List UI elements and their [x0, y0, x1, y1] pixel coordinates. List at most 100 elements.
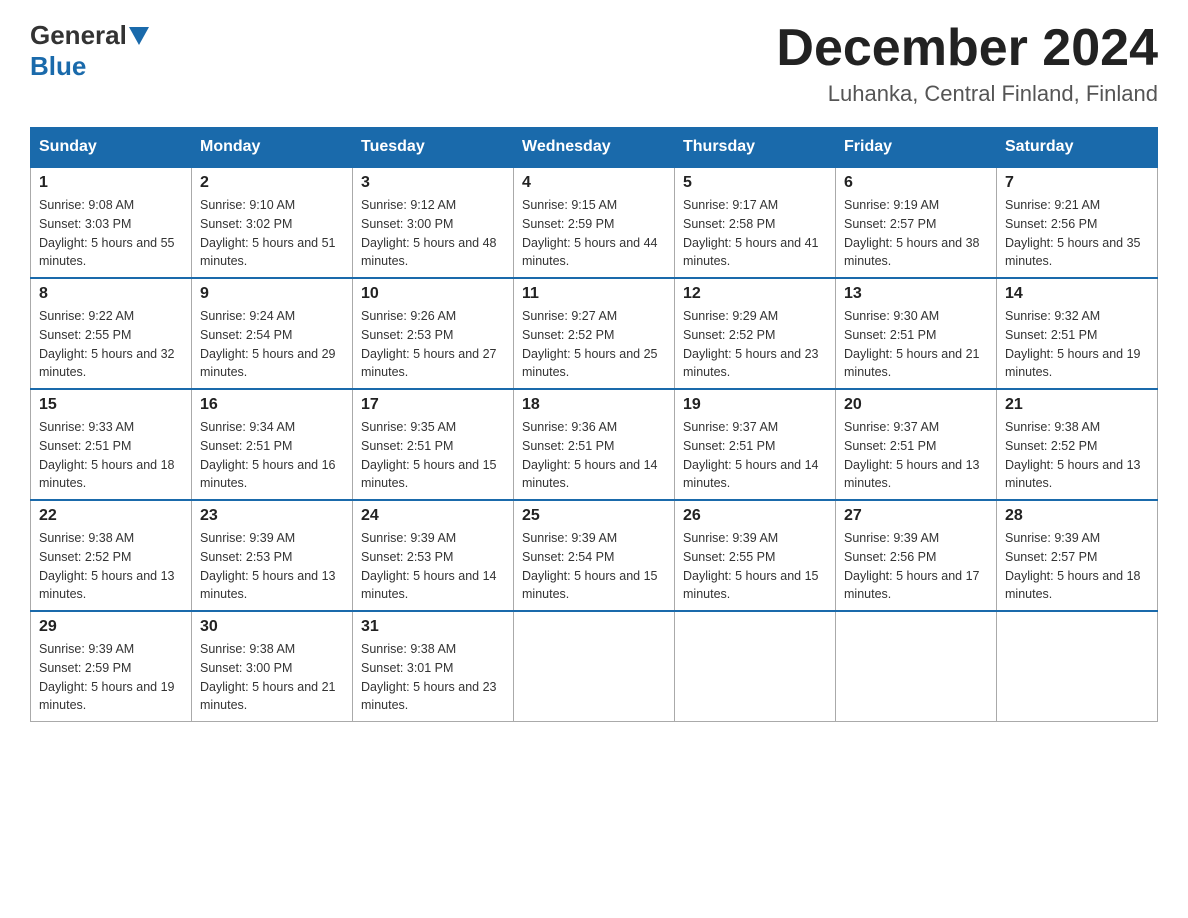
table-row: 25 Sunrise: 9:39 AM Sunset: 2:54 PM Dayl…: [514, 500, 675, 611]
day-number: 15: [39, 396, 183, 414]
calendar-week-row: 29 Sunrise: 9:39 AM Sunset: 2:59 PM Dayl…: [31, 611, 1158, 722]
table-row: 31 Sunrise: 9:38 AM Sunset: 3:01 PM Dayl…: [353, 611, 514, 722]
table-row: 15 Sunrise: 9:33 AM Sunset: 2:51 PM Dayl…: [31, 389, 192, 500]
table-row: 16 Sunrise: 9:34 AM Sunset: 2:51 PM Dayl…: [192, 389, 353, 500]
day-info: Sunrise: 9:30 AM Sunset: 2:51 PM Dayligh…: [844, 307, 988, 382]
table-row: 28 Sunrise: 9:39 AM Sunset: 2:57 PM Dayl…: [997, 500, 1158, 611]
day-info: Sunrise: 9:24 AM Sunset: 2:54 PM Dayligh…: [200, 307, 344, 382]
day-info: Sunrise: 9:39 AM Sunset: 2:56 PM Dayligh…: [844, 529, 988, 604]
day-number: 29: [39, 618, 183, 636]
table-row: 23 Sunrise: 9:39 AM Sunset: 2:53 PM Dayl…: [192, 500, 353, 611]
col-wednesday: Wednesday: [514, 128, 675, 168]
calendar-table: Sunday Monday Tuesday Wednesday Thursday…: [30, 127, 1158, 722]
day-number: 18: [522, 396, 666, 414]
day-info: Sunrise: 9:17 AM Sunset: 2:58 PM Dayligh…: [683, 196, 827, 271]
day-number: 3: [361, 174, 505, 192]
day-info: Sunrise: 9:34 AM Sunset: 2:51 PM Dayligh…: [200, 418, 344, 493]
page-header: General Blue December 2024 Luhanka, Cent…: [30, 20, 1158, 107]
table-row: 3 Sunrise: 9:12 AM Sunset: 3:00 PM Dayli…: [353, 167, 514, 278]
day-number: 24: [361, 507, 505, 525]
day-number: 4: [522, 174, 666, 192]
table-row: 18 Sunrise: 9:36 AM Sunset: 2:51 PM Dayl…: [514, 389, 675, 500]
logo-blue-text: Blue: [30, 51, 86, 82]
table-row: 19 Sunrise: 9:37 AM Sunset: 2:51 PM Dayl…: [675, 389, 836, 500]
day-info: Sunrise: 9:32 AM Sunset: 2:51 PM Dayligh…: [1005, 307, 1149, 382]
day-info: Sunrise: 9:19 AM Sunset: 2:57 PM Dayligh…: [844, 196, 988, 271]
day-number: 8: [39, 285, 183, 303]
day-number: 17: [361, 396, 505, 414]
day-number: 14: [1005, 285, 1149, 303]
day-number: 22: [39, 507, 183, 525]
col-friday: Friday: [836, 128, 997, 168]
logo: General Blue: [30, 20, 151, 82]
logo-general-text: General: [30, 20, 127, 51]
table-row: 1 Sunrise: 9:08 AM Sunset: 3:03 PM Dayli…: [31, 167, 192, 278]
table-row: 5 Sunrise: 9:17 AM Sunset: 2:58 PM Dayli…: [675, 167, 836, 278]
day-info: Sunrise: 9:37 AM Sunset: 2:51 PM Dayligh…: [844, 418, 988, 493]
table-row: [514, 611, 675, 722]
day-number: 6: [844, 174, 988, 192]
table-row: 26 Sunrise: 9:39 AM Sunset: 2:55 PM Dayl…: [675, 500, 836, 611]
table-row: 4 Sunrise: 9:15 AM Sunset: 2:59 PM Dayli…: [514, 167, 675, 278]
day-info: Sunrise: 9:39 AM Sunset: 2:53 PM Dayligh…: [200, 529, 344, 604]
table-row: 2 Sunrise: 9:10 AM Sunset: 3:02 PM Dayli…: [192, 167, 353, 278]
day-info: Sunrise: 9:39 AM Sunset: 2:55 PM Dayligh…: [683, 529, 827, 604]
day-info: Sunrise: 9:39 AM Sunset: 2:59 PM Dayligh…: [39, 640, 183, 715]
table-row: 7 Sunrise: 9:21 AM Sunset: 2:56 PM Dayli…: [997, 167, 1158, 278]
day-number: 25: [522, 507, 666, 525]
month-title: December 2024: [776, 20, 1158, 77]
table-row: 22 Sunrise: 9:38 AM Sunset: 2:52 PM Dayl…: [31, 500, 192, 611]
day-info: Sunrise: 9:35 AM Sunset: 2:51 PM Dayligh…: [361, 418, 505, 493]
table-row: 12 Sunrise: 9:29 AM Sunset: 2:52 PM Dayl…: [675, 278, 836, 389]
day-info: Sunrise: 9:38 AM Sunset: 2:52 PM Dayligh…: [1005, 418, 1149, 493]
calendar-week-row: 15 Sunrise: 9:33 AM Sunset: 2:51 PM Dayl…: [31, 389, 1158, 500]
day-info: Sunrise: 9:22 AM Sunset: 2:55 PM Dayligh…: [39, 307, 183, 382]
day-info: Sunrise: 9:12 AM Sunset: 3:00 PM Dayligh…: [361, 196, 505, 271]
day-number: 30: [200, 618, 344, 636]
day-number: 7: [1005, 174, 1149, 192]
table-row: [836, 611, 997, 722]
day-number: 1: [39, 174, 183, 192]
day-info: Sunrise: 9:36 AM Sunset: 2:51 PM Dayligh…: [522, 418, 666, 493]
day-info: Sunrise: 9:26 AM Sunset: 2:53 PM Dayligh…: [361, 307, 505, 382]
table-row: [997, 611, 1158, 722]
day-number: 16: [200, 396, 344, 414]
col-thursday: Thursday: [675, 128, 836, 168]
table-row: 30 Sunrise: 9:38 AM Sunset: 3:00 PM Dayl…: [192, 611, 353, 722]
col-sunday: Sunday: [31, 128, 192, 168]
calendar-week-row: 8 Sunrise: 9:22 AM Sunset: 2:55 PM Dayli…: [31, 278, 1158, 389]
day-info: Sunrise: 9:39 AM Sunset: 2:54 PM Dayligh…: [522, 529, 666, 604]
table-row: 9 Sunrise: 9:24 AM Sunset: 2:54 PM Dayli…: [192, 278, 353, 389]
calendar-week-row: 1 Sunrise: 9:08 AM Sunset: 3:03 PM Dayli…: [31, 167, 1158, 278]
day-number: 28: [1005, 507, 1149, 525]
day-info: Sunrise: 9:39 AM Sunset: 2:53 PM Dayligh…: [361, 529, 505, 604]
day-number: 23: [200, 507, 344, 525]
day-number: 20: [844, 396, 988, 414]
day-info: Sunrise: 9:08 AM Sunset: 3:03 PM Dayligh…: [39, 196, 183, 271]
day-number: 21: [1005, 396, 1149, 414]
day-number: 19: [683, 396, 827, 414]
day-number: 5: [683, 174, 827, 192]
logo-arrow-icon: [129, 27, 149, 45]
day-info: Sunrise: 9:21 AM Sunset: 2:56 PM Dayligh…: [1005, 196, 1149, 271]
day-number: 12: [683, 285, 827, 303]
day-number: 11: [522, 285, 666, 303]
day-number: 26: [683, 507, 827, 525]
calendar-week-row: 22 Sunrise: 9:38 AM Sunset: 2:52 PM Dayl…: [31, 500, 1158, 611]
table-row: [675, 611, 836, 722]
col-saturday: Saturday: [997, 128, 1158, 168]
day-info: Sunrise: 9:38 AM Sunset: 3:00 PM Dayligh…: [200, 640, 344, 715]
day-info: Sunrise: 9:15 AM Sunset: 2:59 PM Dayligh…: [522, 196, 666, 271]
day-info: Sunrise: 9:10 AM Sunset: 3:02 PM Dayligh…: [200, 196, 344, 271]
location-text: Luhanka, Central Finland, Finland: [776, 81, 1158, 107]
table-row: 27 Sunrise: 9:39 AM Sunset: 2:56 PM Dayl…: [836, 500, 997, 611]
col-monday: Monday: [192, 128, 353, 168]
title-block: December 2024 Luhanka, Central Finland, …: [776, 20, 1158, 107]
table-row: 8 Sunrise: 9:22 AM Sunset: 2:55 PM Dayli…: [31, 278, 192, 389]
table-row: 17 Sunrise: 9:35 AM Sunset: 2:51 PM Dayl…: [353, 389, 514, 500]
calendar-header-row: Sunday Monday Tuesday Wednesday Thursday…: [31, 128, 1158, 168]
day-number: 10: [361, 285, 505, 303]
table-row: 21 Sunrise: 9:38 AM Sunset: 2:52 PM Dayl…: [997, 389, 1158, 500]
table-row: 11 Sunrise: 9:27 AM Sunset: 2:52 PM Dayl…: [514, 278, 675, 389]
table-row: 29 Sunrise: 9:39 AM Sunset: 2:59 PM Dayl…: [31, 611, 192, 722]
